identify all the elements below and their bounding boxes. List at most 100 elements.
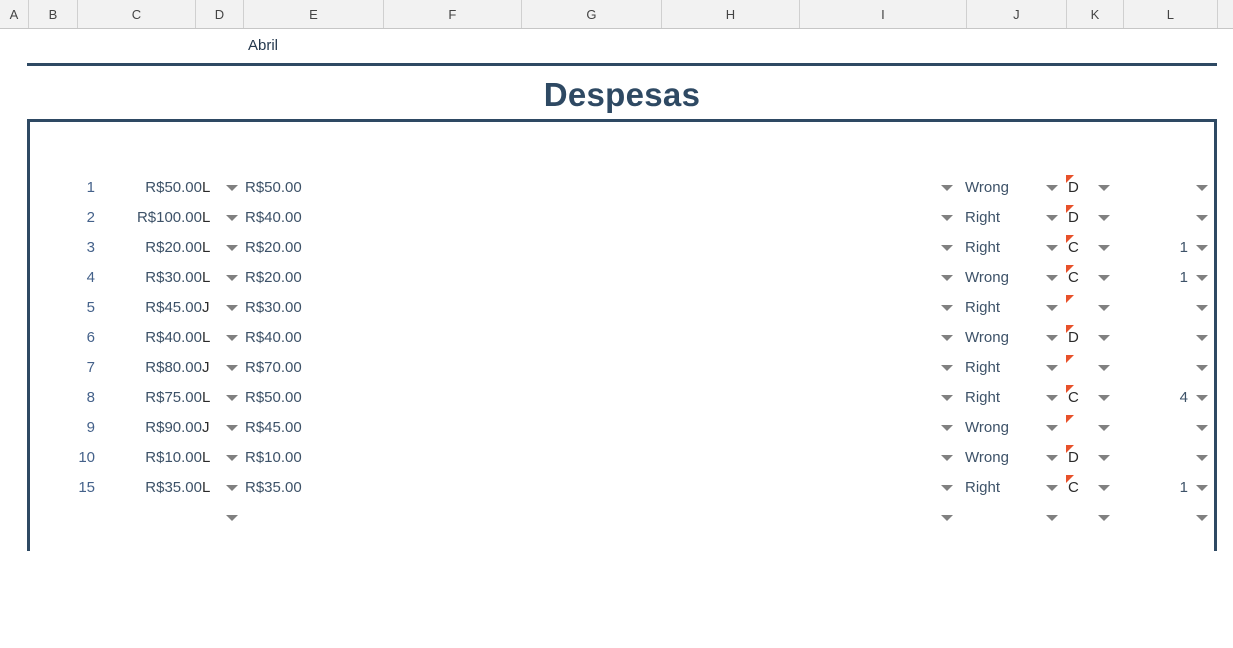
filter-dropdown-icon-person[interactable] <box>225 511 238 524</box>
column-header-h[interactable]: H <box>662 0 800 28</box>
filter-dropdown-icon-person[interactable] <box>225 181 238 194</box>
filter-dropdown-icon-code[interactable] <box>1097 331 1110 344</box>
cell-count: 1 <box>1179 268 1188 286</box>
filter-dropdown-icon-count[interactable] <box>1195 511 1208 524</box>
filter-dropdown-icon-person[interactable] <box>225 271 238 284</box>
column-header-f[interactable]: F <box>384 0 522 28</box>
filter-dropdown-icon-count[interactable] <box>1195 361 1208 374</box>
cell-paid: R$40.00 <box>245 208 302 226</box>
comment-indicator-icon <box>1066 445 1074 453</box>
page-title: Despesas <box>543 76 701 113</box>
filter-dropdown-icon-status[interactable] <box>1045 241 1058 254</box>
column-header-l[interactable]: L <box>1124 0 1218 28</box>
filter-dropdown-icon-count[interactable] <box>1195 211 1208 224</box>
filter-dropdown-icon-col-i[interactable] <box>940 511 953 524</box>
filter-dropdown-icon-status[interactable] <box>1045 271 1058 284</box>
cell-person-wrapper <box>220 442 242 472</box>
column-header-a[interactable]: A <box>0 0 29 28</box>
column-header-j[interactable]: J <box>967 0 1067 28</box>
filter-dropdown-icon-person[interactable] <box>225 301 238 314</box>
filter-dropdown-icon-count[interactable] <box>1195 481 1208 494</box>
cell-person-wrapper <box>220 502 242 532</box>
filter-dropdown-icon-col-i[interactable] <box>940 181 953 194</box>
column-header-e[interactable]: E <box>244 0 384 28</box>
filter-dropdown-icon-col-i[interactable] <box>940 391 953 404</box>
filter-dropdown-icon-person[interactable] <box>225 361 238 374</box>
filter-dropdown-icon-code[interactable] <box>1097 391 1110 404</box>
filter-dropdown-icon-count[interactable] <box>1195 451 1208 464</box>
filter-dropdown-icon-count[interactable] <box>1195 181 1208 194</box>
filter-dropdown-icon-col-i[interactable] <box>940 331 953 344</box>
filter-dropdown-icon-count[interactable] <box>1195 391 1208 404</box>
filter-dropdown-icon-status[interactable] <box>1045 361 1058 374</box>
column-header-i[interactable]: I <box>800 0 967 28</box>
filter-dropdown-icon-code[interactable] <box>1097 271 1110 284</box>
column-header-d[interactable]: D <box>196 0 244 28</box>
filter-dropdown-icon-col-i[interactable] <box>940 271 953 284</box>
cell-count-wrapper <box>1190 322 1212 352</box>
filter-dropdown-icon-status[interactable] <box>1045 391 1058 404</box>
filter-dropdown-icon-count[interactable] <box>1195 301 1208 314</box>
filter-dropdown-icon-code[interactable] <box>1097 511 1110 524</box>
filter-dropdown-icon-status[interactable] <box>1045 451 1058 464</box>
cell-code-wrapper <box>1092 322 1114 352</box>
month-label: Abril <box>248 37 279 54</box>
filter-dropdown-icon-code[interactable] <box>1097 181 1110 194</box>
filter-dropdown-icon-status[interactable] <box>1045 331 1058 344</box>
cell-amount: R$40.00 <box>145 328 202 346</box>
cell-count <box>1150 202 1188 232</box>
column-header-g[interactable]: G <box>522 0 662 28</box>
filter-dropdown-icon-count[interactable] <box>1195 331 1208 344</box>
filter-dropdown-icon-status[interactable] <box>1045 301 1058 314</box>
cell-count-wrapper <box>1190 202 1212 232</box>
cell-code-wrapper <box>1092 172 1114 202</box>
column-header-c[interactable]: C <box>78 0 196 28</box>
filter-dropdown-icon-person[interactable] <box>225 451 238 464</box>
filter-dropdown-icon-col-i[interactable] <box>940 301 953 314</box>
filter-dropdown-icon-person[interactable] <box>225 211 238 224</box>
table-row: 9 R$90.00 J R$45.00 Wrong <box>30 412 1214 442</box>
filter-dropdown-icon-count[interactable] <box>1195 271 1208 284</box>
filter-dropdown-icon-code[interactable] <box>1097 361 1110 374</box>
filter-dropdown-icon-code[interactable] <box>1097 421 1110 434</box>
cell-col-i-wrapper <box>935 172 957 202</box>
filter-dropdown-icon-code[interactable] <box>1097 211 1110 224</box>
filter-dropdown-icon-col-i[interactable] <box>940 361 953 374</box>
cell-status-wrapper <box>1040 262 1062 292</box>
filter-dropdown-icon-person[interactable] <box>225 331 238 344</box>
filter-dropdown-icon-person[interactable] <box>225 241 238 254</box>
filter-dropdown-icon-col-i[interactable] <box>940 241 953 254</box>
filter-dropdown-icon-col-i[interactable] <box>940 211 953 224</box>
filter-dropdown-icon-code[interactable] <box>1097 451 1110 464</box>
filter-dropdown-icon-status[interactable] <box>1045 511 1058 524</box>
filter-dropdown-icon-code[interactable] <box>1097 481 1110 494</box>
table-row: 4 R$30.00 L R$20.00 Wrong C 1 <box>30 262 1214 292</box>
cell-code <box>1068 502 1090 532</box>
cell-person-wrapper <box>220 292 242 322</box>
cell-amount: R$30.00 <box>145 268 202 286</box>
filter-dropdown-icon-col-i[interactable] <box>940 451 953 464</box>
filter-dropdown-icon-count[interactable] <box>1195 241 1208 254</box>
filter-dropdown-icon-count[interactable] <box>1195 421 1208 434</box>
filter-dropdown-icon-status[interactable] <box>1045 211 1058 224</box>
column-header-partial[interactable] <box>1218 0 1233 28</box>
cell-status: Right <box>965 208 1001 226</box>
filter-dropdown-icon-code[interactable] <box>1097 241 1110 254</box>
cell-count <box>1150 442 1188 472</box>
column-header-b[interactable]: B <box>29 0 78 28</box>
filter-dropdown-icon-code[interactable] <box>1097 301 1110 314</box>
cell-amount: R$20.00 <box>145 238 202 256</box>
filter-dropdown-icon-person[interactable] <box>225 421 238 434</box>
filter-dropdown-icon-status[interactable] <box>1045 421 1058 434</box>
filter-dropdown-icon-status[interactable] <box>1045 481 1058 494</box>
sheet-body: Abril Despesas 1 R$50.00 L R$50.00 Wrong D 2 R$… <box>0 30 1233 648</box>
spreadsheet-column-headers: ABCDEFGHIJKL <box>0 0 1233 29</box>
table-row: 15 R$35.00 L R$35.00 Right C 1 <box>30 472 1214 502</box>
filter-dropdown-icon-col-i[interactable] <box>940 481 953 494</box>
cell-paid: R$10.00 <box>245 448 302 466</box>
filter-dropdown-icon-col-i[interactable] <box>940 421 953 434</box>
filter-dropdown-icon-status[interactable] <box>1045 181 1058 194</box>
filter-dropdown-icon-person[interactable] <box>225 481 238 494</box>
column-header-k[interactable]: K <box>1067 0 1124 28</box>
filter-dropdown-icon-person[interactable] <box>225 391 238 404</box>
